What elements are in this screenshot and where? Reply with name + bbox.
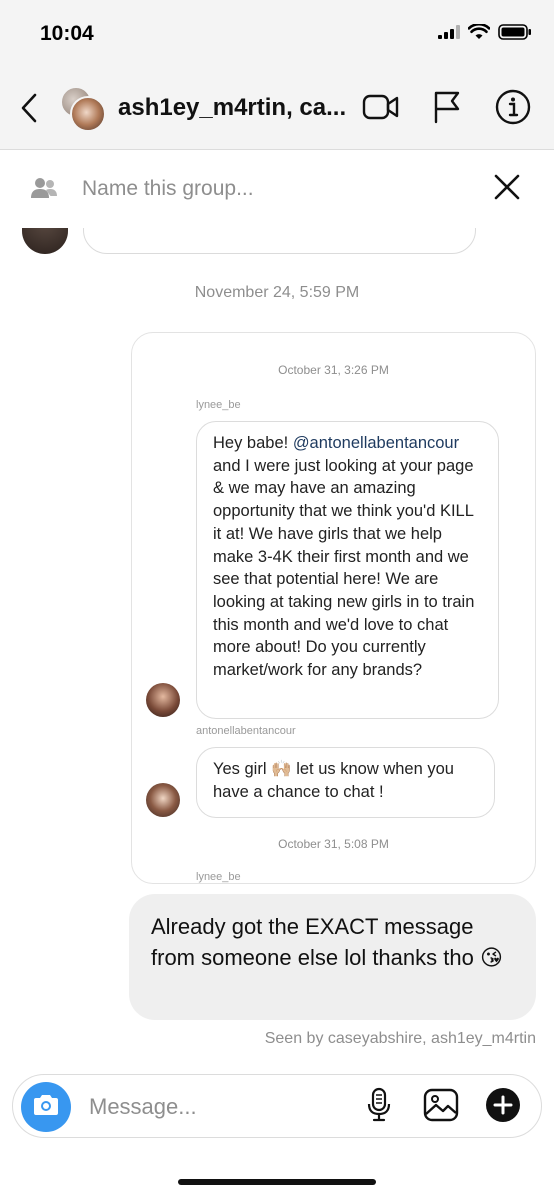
camera-button[interactable]: [21, 1082, 71, 1132]
video-call-icon: [362, 93, 400, 126]
info-icon: [495, 89, 531, 130]
card-username: lynee_be: [196, 871, 241, 883]
avatar: [70, 96, 106, 132]
header-actions: [362, 89, 532, 130]
shared-screenshot-card[interactable]: October 31, 3:26 PM lynee_be Hey babe! @…: [131, 332, 536, 884]
name-group-bar: [0, 150, 554, 228]
group-avatar[interactable]: [60, 86, 108, 134]
wifi-icon: [467, 22, 491, 45]
card-message-bubble: Yes girl 🙌🏼 let us know when you have a …: [196, 747, 495, 818]
card-timestamp: October 31, 3:26 PM: [278, 363, 389, 377]
card-username: antonellabentancour: [196, 725, 296, 737]
back-chevron-icon: [19, 92, 39, 129]
plus-icon: [485, 1087, 521, 1128]
card-username: lynee_be: [196, 399, 241, 411]
battery-icon: [498, 24, 532, 45]
avatar: [146, 783, 180, 817]
message-bubble[interactable]: [83, 228, 476, 254]
home-indicator: [178, 1179, 376, 1185]
composer-actions: [359, 1087, 523, 1127]
camera-icon: [31, 1092, 61, 1123]
seen-by-status: Seen by caseyabshire, ash1ey_m4rtin: [264, 1030, 536, 1047]
report-button[interactable]: [428, 90, 466, 128]
sent-message-bubble[interactable]: Already got the EXACT message from someo…: [129, 894, 536, 1020]
group-name-input[interactable]: [82, 174, 462, 204]
close-button[interactable]: [490, 172, 524, 206]
card-message-prefix: Hey babe!: [213, 434, 293, 452]
chat-header: ash1ey_m4rtin, ca...: [0, 70, 554, 150]
date-separator: November 24, 5:59 PM: [194, 284, 360, 301]
video-call-button[interactable]: [362, 90, 400, 128]
gallery-icon: [423, 1088, 459, 1127]
status-icons: [438, 22, 532, 45]
status-bar: 10:04: [0, 0, 554, 70]
message-input[interactable]: [89, 1091, 349, 1123]
info-button[interactable]: [494, 89, 532, 130]
card-message-bubble: Hey babe! @antonellabentancour and I wer…: [196, 421, 499, 719]
flag-icon: [432, 90, 462, 129]
card-message-text: and I were just looking at your page & w…: [213, 456, 475, 680]
avatar: [146, 683, 180, 717]
group-people-icon: [30, 176, 58, 205]
close-icon: [494, 174, 520, 205]
status-time: 10:04: [40, 22, 94, 45]
microphone-icon: [366, 1087, 392, 1128]
message-thread[interactable]: November 24, 5:59 PM October 31, 3:26 PM…: [0, 228, 554, 1068]
mention-link: @antonellabentancour: [292, 434, 460, 452]
signal-icon: [438, 25, 460, 44]
card-timestamp: October 31, 5:08 PM: [278, 837, 389, 851]
gallery-button[interactable]: [421, 1087, 461, 1127]
back-button[interactable]: [14, 90, 44, 130]
conversation-title[interactable]: ash1ey_m4rtin, ca...: [118, 94, 358, 122]
voice-message-button[interactable]: [359, 1087, 399, 1127]
avatar: [22, 228, 68, 254]
more-options-button[interactable]: [483, 1087, 523, 1127]
message-composer: [12, 1074, 542, 1138]
